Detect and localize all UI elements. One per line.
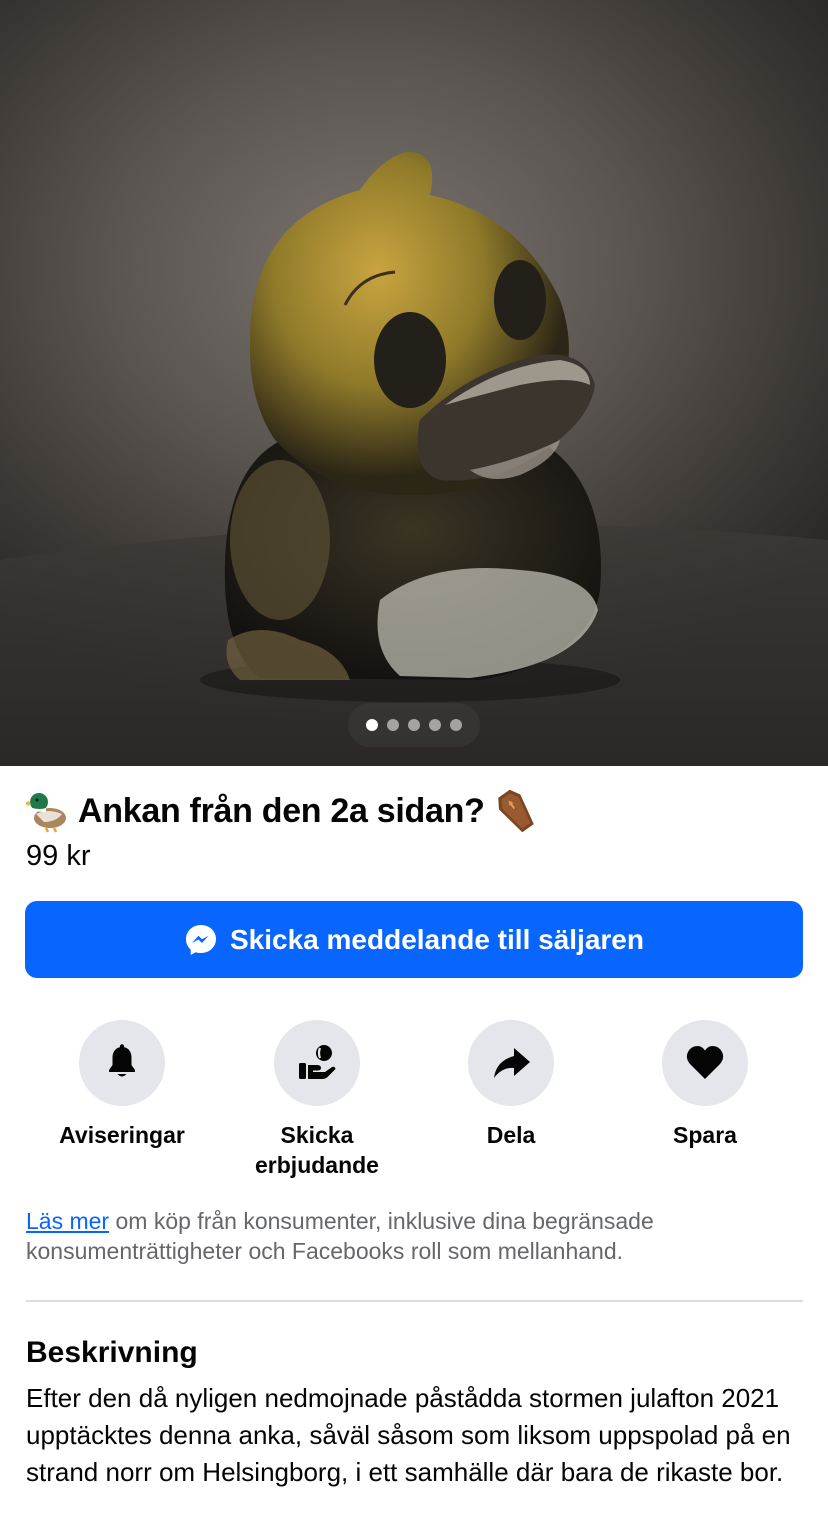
notifications-button[interactable]: Aviseringar	[25, 1020, 219, 1150]
gallery-dot-active[interactable]	[366, 719, 378, 731]
messenger-icon	[186, 924, 216, 955]
notifications-label: Aviseringar	[59, 1122, 185, 1148]
description-heading: Beskrivning	[26, 1336, 198, 1369]
action-bar: Aviseringar Skicka erbjudande Dela Spara	[0, 1020, 828, 1190]
gallery-pagination[interactable]	[348, 703, 480, 747]
duck-emoji-icon	[26, 793, 66, 833]
share-button[interactable]: Dela	[414, 1020, 608, 1150]
send-offer-circle[interactable]	[274, 1020, 360, 1106]
duck-figurine-image	[0, 151, 828, 766]
listing-title-row: Ankan från den 2a sidan?	[26, 786, 806, 836]
coffin-emoji-icon	[497, 789, 534, 833]
message-seller-button[interactable]: Skicka meddelande till säljaren	[25, 901, 803, 978]
product-photo[interactable]	[0, 0, 828, 766]
heart-icon	[686, 1046, 724, 1079]
description-body: Efter den då nyligen nedmojnade påstådda…	[26, 1383, 791, 1487]
gallery-dot[interactable]	[387, 719, 399, 731]
notifications-circle[interactable]	[79, 1020, 165, 1106]
consumer-rights-text: om köp från konsumenter, inklusive dina …	[26, 1208, 654, 1264]
listing-title: Ankan från den 2a sidan?	[78, 791, 485, 830]
send-offer-label: Skicka erbjudande	[255, 1122, 379, 1178]
message-seller-label: Skicka meddelande till säljaren	[230, 923, 644, 955]
gallery-dot[interactable]	[450, 719, 462, 731]
save-button[interactable]: Spara	[608, 1020, 802, 1150]
section-divider	[26, 1300, 803, 1302]
bell-icon	[109, 1044, 135, 1077]
gallery-dot[interactable]	[408, 719, 420, 731]
share-label: Dela	[486, 1122, 536, 1148]
read-more-link[interactable]: Läs mer	[26, 1208, 109, 1234]
send-offer-button[interactable]: Skicka erbjudande	[220, 1020, 414, 1180]
share-circle[interactable]	[468, 1020, 554, 1106]
save-label: Spara	[673, 1122, 737, 1148]
gallery-dot[interactable]	[429, 719, 441, 731]
save-circle[interactable]	[662, 1020, 748, 1106]
listing-price: 99 kr	[26, 840, 91, 872]
share-arrow-icon	[494, 1048, 530, 1078]
consumer-rights-info: Läs mer om köp från konsumenter, inklusi…	[26, 1206, 806, 1266]
offer-hand-icon	[299, 1045, 336, 1079]
